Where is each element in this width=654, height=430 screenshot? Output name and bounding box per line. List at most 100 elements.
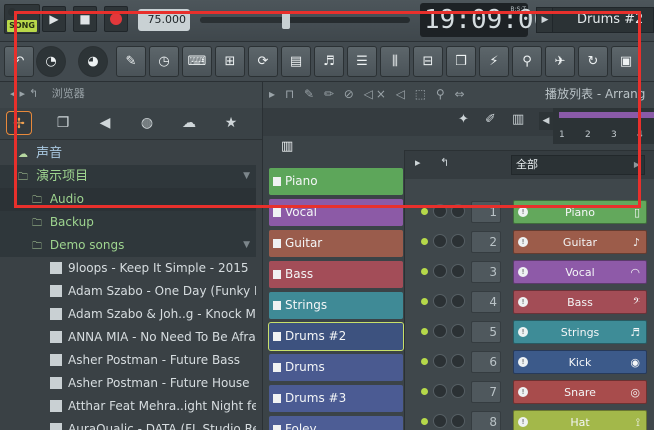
loop-record-button[interactable]: ⟳ (248, 46, 278, 77)
mixer-button[interactable]: ⫼ (380, 46, 410, 77)
channel-mute-led[interactable] (421, 358, 428, 365)
tempo-field[interactable]: 75.000 (138, 9, 190, 31)
mixer-track-number[interactable]: 6 (471, 351, 501, 373)
save-button[interactable]: ▣ (611, 46, 641, 77)
audio-input-button[interactable]: ⚲ (512, 46, 542, 77)
tree-file[interactable]: 9loops - Keep It Simple - 2015 (0, 257, 256, 280)
channel-pan-knob[interactable] (433, 414, 447, 428)
channel-pan-knob[interactable] (433, 234, 447, 248)
channel-group-select[interactable]: 全部 ▶ (511, 155, 645, 175)
channel-rack-menu-icons[interactable]: ▸ ↰ (415, 156, 457, 169)
mixer-track-number[interactable]: 1 (471, 201, 501, 223)
tree-file[interactable]: Asher Postman - Future House (0, 372, 256, 395)
playlist-snap-icons[interactable]: ✦ ✐ ▥ (458, 112, 530, 127)
channel-pan-knob[interactable] (433, 264, 447, 278)
tree-file[interactable]: AuraQualic - DATA (FL Studio Remix) (0, 418, 256, 430)
channel-volume-knob[interactable] (451, 264, 465, 278)
slider-handle[interactable] (282, 11, 291, 29)
browser-options-icon[interactable]: ◂▸↰ (10, 87, 42, 100)
playlist-track[interactable]: Drums #2 (268, 322, 404, 351)
tree-folder-demo-songs[interactable]: 🗀 Demo songs ▼ (0, 234, 256, 257)
playlist-track[interactable]: Foley (269, 416, 403, 430)
tempo-tap-button[interactable]: ◷ (149, 46, 179, 77)
channel-mute-led[interactable] (421, 268, 428, 275)
channel-volume-knob[interactable] (451, 384, 465, 398)
tree-file[interactable]: Adam Szabo & Joh..g - Knock Me Out (0, 303, 256, 326)
refresh-button[interactable]: ↻ (578, 46, 608, 77)
tab-cloud[interactable]: ☁ (176, 111, 202, 135)
channel-pan-knob[interactable] (433, 204, 447, 218)
channel-button[interactable]: ! Snare ◎ (513, 380, 647, 404)
channel-volume-knob[interactable] (451, 234, 465, 248)
plugin-picker-button[interactable]: ⚡ (479, 46, 509, 77)
channel-pan-knob[interactable] (433, 384, 447, 398)
info-icon[interactable]: ! (518, 387, 528, 397)
channel-volume-knob[interactable] (451, 204, 465, 218)
mixer-track-number[interactable]: 3 (471, 261, 501, 283)
undo-button[interactable]: ↶ (4, 46, 34, 77)
mixer-track-number[interactable]: 8 (471, 411, 501, 430)
pattern-list-button[interactable]: ☰ (347, 46, 377, 77)
mixer-track-number[interactable]: 5 (471, 321, 501, 343)
typing-keyboard-button[interactable]: ⌨ (182, 46, 212, 77)
mixer-track-number[interactable]: 4 (471, 291, 501, 313)
master-pitch-slider[interactable] (200, 11, 410, 29)
channel-mute-led[interactable] (421, 208, 428, 215)
info-icon[interactable]: ! (518, 207, 528, 217)
record-button[interactable] (104, 6, 128, 32)
tree-file[interactable]: ANNA MIA - No Need To Be Afraid (0, 326, 256, 349)
channel-mute-led[interactable] (421, 418, 428, 425)
stop-button[interactable]: ■ (73, 6, 97, 32)
channel-button[interactable]: ! Hat ⟟ (513, 410, 647, 430)
channel-button[interactable]: ! Bass 𝄢 (513, 290, 647, 314)
tree-category-demo-projects[interactable]: 🗀 演示项目 ▼ (0, 165, 256, 188)
tree-file[interactable]: Asher Postman - Future Bass (0, 349, 256, 372)
pattern-song-toggle[interactable]: SONG (4, 4, 40, 34)
channel-pan-knob[interactable] (433, 354, 447, 368)
tab-all[interactable]: ✢ (6, 111, 32, 135)
channel-volume-knob[interactable] (451, 414, 465, 428)
playlist-timeline[interactable]: 1 2 3 4 (553, 108, 654, 144)
channel-mute-led[interactable] (421, 328, 428, 335)
help-button[interactable]: ✈ (545, 46, 575, 77)
channel-button[interactable]: ! Kick ◉ (513, 350, 647, 374)
channel-button[interactable]: ! Guitar ♪ (513, 230, 647, 254)
channel-rack-button[interactable]: ⊟ (413, 46, 443, 77)
info-icon[interactable]: ! (518, 357, 528, 367)
tree-folder-audio[interactable]: 🗀 Audio (0, 188, 256, 211)
playlist-track[interactable]: Piano (269, 168, 403, 195)
channel-mute-led[interactable] (421, 388, 428, 395)
channel-button[interactable]: ! Piano ▯ (513, 200, 647, 224)
tree-category-sounds[interactable]: ☁ 声音 (0, 142, 256, 165)
tab-online[interactable]: ◍ (134, 111, 160, 135)
info-icon[interactable]: ! (518, 267, 528, 277)
playlist-track[interactable]: Drums #3 (269, 385, 403, 412)
piano-roll-button[interactable]: ♬ (314, 46, 344, 77)
tree-folder-backup[interactable]: 🗀 Backup (0, 211, 256, 234)
mixer-track-number[interactable]: 2 (471, 231, 501, 253)
channel-button[interactable]: ! Vocal ◠ (513, 260, 647, 284)
snap-button[interactable]: ⊞ (215, 46, 245, 77)
play-button[interactable]: ▶ (42, 6, 66, 32)
channel-volume-knob[interactable] (451, 354, 465, 368)
mixer-track-number[interactable]: 7 (471, 381, 501, 403)
tab-files[interactable]: ❐ (50, 111, 76, 135)
playlist-button[interactable]: ▤ (281, 46, 311, 77)
channel-button[interactable]: ! Strings ♬ (513, 320, 647, 344)
channel-mute-led[interactable] (421, 238, 428, 245)
playlist-track[interactable]: Strings (269, 292, 403, 319)
playlist-track[interactable]: Drums (269, 354, 403, 381)
channel-volume-knob[interactable] (451, 324, 465, 338)
channel-pan-knob[interactable] (433, 294, 447, 308)
playlist-track[interactable]: Guitar (269, 230, 403, 257)
playlist-track[interactable]: Bass (269, 261, 403, 288)
tab-favorites[interactable]: ★ (218, 111, 244, 135)
main-volume-knob[interactable]: ◔ (36, 46, 66, 77)
info-icon[interactable]: ! (518, 327, 528, 337)
main-pitch-knob[interactable]: ◕ (78, 46, 108, 77)
info-icon[interactable]: ! (518, 297, 528, 307)
info-icon[interactable]: ! (518, 237, 528, 247)
channel-pan-knob[interactable] (433, 324, 447, 338)
scroll-left-button[interactable]: ◀ (539, 112, 553, 130)
tree-file[interactable]: Adam Szabo - One Day (Funky Mix) (0, 280, 256, 303)
